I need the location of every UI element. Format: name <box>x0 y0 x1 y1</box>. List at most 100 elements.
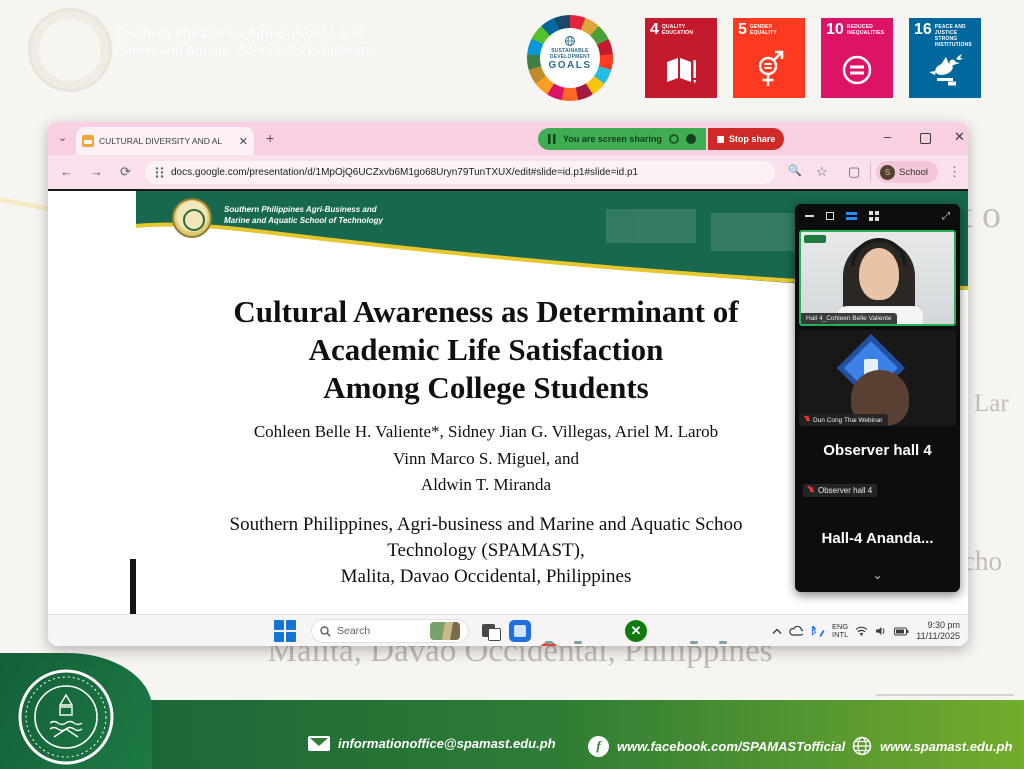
window-close-button[interactable]: ✕ <box>954 129 965 145</box>
participant1-name: Hall 4_Cohleen Belle Valiente <box>806 315 892 322</box>
window-minimize-button[interactable]: – <box>884 129 891 144</box>
sdg-wheel-text3: GOALS <box>540 60 600 71</box>
battery-icon[interactable] <box>894 627 909 636</box>
task-view-button[interactable] <box>480 620 502 642</box>
footer-school-seal <box>16 667 116 767</box>
site-permissions-icon[interactable] <box>155 167 164 178</box>
search-highlight-thumbnail[interactable] <box>430 622 460 640</box>
search-placeholder: Search <box>337 625 424 637</box>
active-app-indicator <box>719 641 727 644</box>
stop-share-button[interactable]: Stop share <box>708 128 785 150</box>
screen-share-status: You are screen sharing <box>538 128 706 150</box>
footer-website-text: www.spamast.edu.ph <box>880 739 1012 754</box>
bookmark-star-icon[interactable]: ☆ <box>816 164 828 180</box>
sdg-tile-10: 10 REDUCED INEQUALITIES <box>821 18 893 98</box>
url-text: docs.google.com/presentation/d/1MpOjQ6UC… <box>171 167 638 178</box>
stop-icon <box>717 136 724 143</box>
participant1-name-label: Hall 4_Cohleen Belle Valiente <box>801 313 897 324</box>
sdg4-number: 4 <box>650 22 659 37</box>
forward-icon[interactable]: → <box>90 164 103 179</box>
footer-website[interactable]: www.spamast.edu.ph <box>852 736 1012 756</box>
system-tray: ENG INTL 9:30 pm 11/11/2025 <box>772 615 960 646</box>
un-emblem-icon <box>564 35 576 47</box>
share-options-icon[interactable] <box>686 134 696 144</box>
tab-search-chevron-icon[interactable]: ⌄ <box>58 131 67 144</box>
participant4-cell[interactable]: Hall-4 Ananda... <box>795 530 960 547</box>
footer-email[interactable]: informationoffice@spamast.edu.ph <box>308 736 556 751</box>
slide-authors-line1: Cohleen Belle H. Valiente*, Sidney Jian … <box>136 422 836 442</box>
panel-gallery-view-icon[interactable] <box>869 211 879 221</box>
browser-navbar: ← → ⟳ docs.google.com/presentation/d/1Mp… <box>48 155 968 189</box>
bluetooth-pen-icon[interactable] <box>810 626 825 637</box>
panel-collapse-chevron[interactable]: ⌄ <box>795 568 960 582</box>
slides-favicon-icon <box>82 135 94 147</box>
url-bar[interactable]: docs.google.com/presentation/d/1MpOjQ6UC… <box>145 161 775 184</box>
panel-minimize-icon[interactable] <box>805 215 814 217</box>
share-hide-icon[interactable] <box>669 134 679 144</box>
roster-entry-name: Observer hall 4 <box>818 486 872 495</box>
video-tile-1[interactable]: Hall 4_Cohleen Belle Valiente <box>799 230 956 326</box>
back-icon[interactable]: ← <box>60 164 73 179</box>
share-message: You are screen sharing <box>563 134 662 144</box>
watermark-line2: Marine and Aquatic School of Technology <box>114 41 372 58</box>
watermark-line1: Southern Philippines Agri-Business and <box>114 24 372 41</box>
panel-expand-icon[interactable]: ⤢ <box>942 211 950 222</box>
browser-tab[interactable]: CULTURAL DIVERSITY AND AL ✕ <box>76 127 254 155</box>
start-button[interactable] <box>274 620 296 642</box>
sdg10-number: 10 <box>826 22 844 37</box>
tab-close-icon[interactable]: ✕ <box>239 135 248 148</box>
sdg-wheel-core: SUSTAINABLE DEVELOPMENT GOALS <box>540 28 600 88</box>
volume-icon[interactable] <box>875 626 887 636</box>
slide-affiliation-line1: Southern Philippines, Agri-business and … <box>136 514 836 536</box>
screen-share-banner: You are screen sharing Stop share <box>538 128 784 150</box>
browser-titlebar: ⌄ CULTURAL DIVERSITY AND AL ✕ + You are … <box>48 122 968 155</box>
taskbar-search[interactable]: Search <box>311 619 469 643</box>
sdg-tile-4: 4 QUALITY EDUCATION <box>645 18 717 98</box>
tab-title: CULTURAL DIVERSITY AND AL <box>99 136 235 146</box>
xbox-icon[interactable]: ✕ <box>625 620 647 642</box>
profile-chip[interactable]: S School <box>876 161 938 183</box>
language-indicator[interactable]: ENG INTL <box>832 623 848 639</box>
slide-school-logo <box>172 198 212 238</box>
new-tab-button[interactable]: + <box>266 130 274 146</box>
sdg16-number: 16 <box>914 22 932 37</box>
browser-menu-icon[interactable]: ⋮ <box>948 164 961 180</box>
active-app-indicator <box>690 641 698 644</box>
onedrive-cloud-icon[interactable] <box>789 626 803 636</box>
participant3-cell[interactable]: Observer hall 4 <box>795 442 960 459</box>
taskbar-clock[interactable]: 9:30 pm 11/11/2025 <box>916 620 960 642</box>
dove-icon <box>927 50 963 90</box>
panel-speaker-view-icon[interactable] <box>826 212 834 220</box>
envelope-icon <box>308 736 330 751</box>
clock-date: 11/11/2025 <box>916 631 960 642</box>
meeting-panel-toolbar: ⤢ <box>795 204 960 228</box>
sdg-tile-5: 5 GENDER EQUALITY <box>733 18 805 98</box>
participant2-name-label: Dun Cong Thai Webinar <box>799 414 888 426</box>
book-icon <box>663 50 699 90</box>
slide-school-line2: Marine and Aquatic School of Technology <box>224 215 383 226</box>
share-pause-icon <box>548 134 556 144</box>
widgets-button[interactable] <box>509 620 531 642</box>
footer-facebook[interactable]: f www.facebook.com/SPAMASTofficial <box>588 736 845 757</box>
roster-entry[interactable]: Observer hall 4 <box>803 484 877 497</box>
browser-window: ⌄ CULTURAL DIVERSITY AND AL ✕ + You are … <box>48 122 968 646</box>
sdg16-label1: PEACE AND JUSTICE <box>935 24 966 36</box>
video-tile-2[interactable]: Dun Cong Thai Webinar <box>799 330 956 426</box>
slide-authors-line2: Vinn Marco S. Miguel, and <box>136 449 836 469</box>
search-omnibox-icon[interactable]: 🔍 <box>788 164 802 177</box>
window-maximize-button[interactable] <box>920 133 931 144</box>
wifi-icon[interactable] <box>855 626 868 636</box>
slide-title-line3: Among College Students <box>136 370 836 406</box>
profile-label: School <box>899 167 928 178</box>
search-icon <box>320 626 331 637</box>
windows-taskbar: Search ✕ <box>48 614 968 646</box>
tray-chevron-icon[interactable] <box>772 628 782 635</box>
ghost-divider-line <box>876 694 1014 696</box>
sdg-tile-16: 16 PEACE AND JUSTICE STRONG INSTITUTIONS <box>909 18 981 98</box>
reload-icon[interactable]: ⟳ <box>120 164 131 180</box>
sdg5-label2: EQUALITY <box>750 30 777 36</box>
side-panel-icon[interactable]: ▢ <box>848 164 860 180</box>
headset-icon <box>851 238 907 266</box>
panel-strip-view-icon[interactable] <box>846 210 857 222</box>
equality-circle-icon <box>839 50 875 90</box>
